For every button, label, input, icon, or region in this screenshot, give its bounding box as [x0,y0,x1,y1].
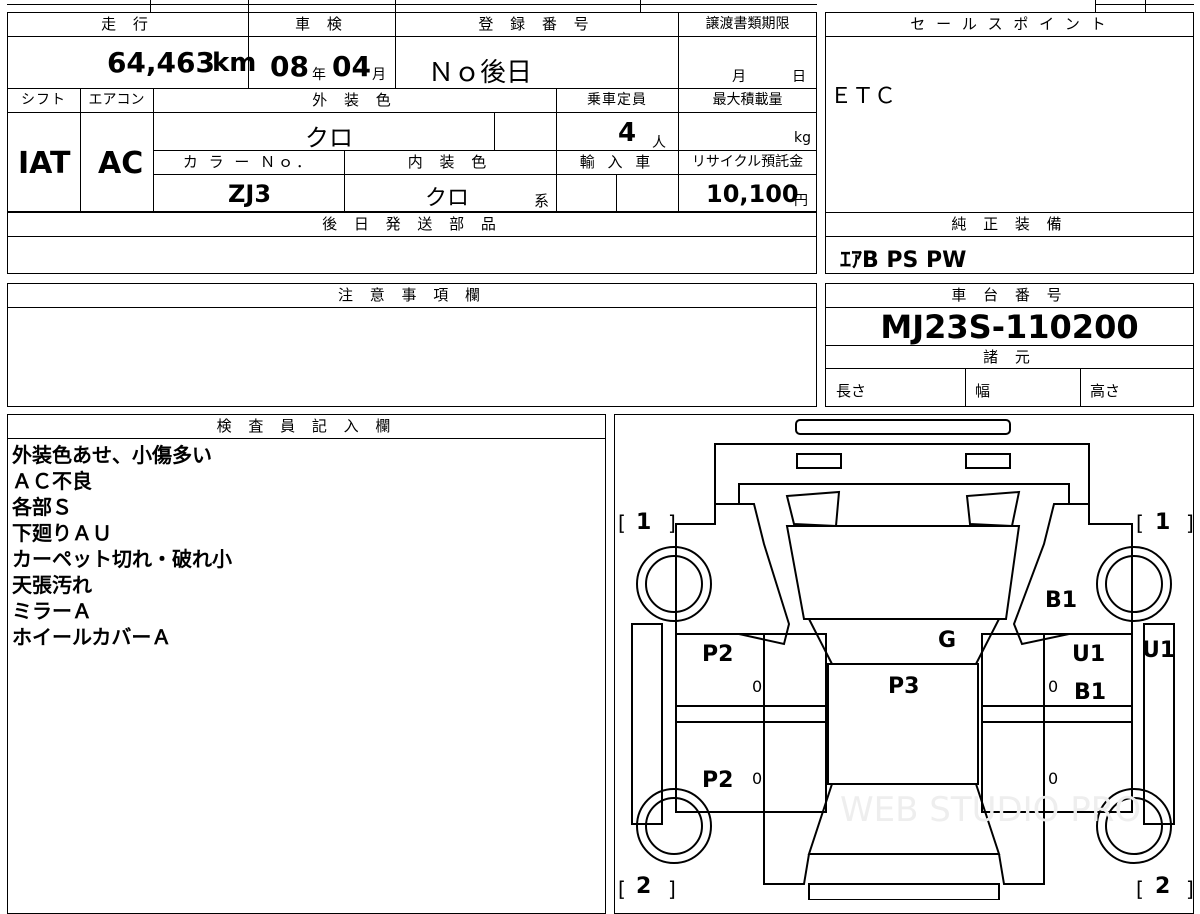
inspector-note: 外装色あせ、小傷多い [12,443,212,467]
svg-text:[: [ [618,877,626,900]
recycle-unit: 円 [794,193,808,209]
exterior-color-label: 外 装 色 [312,91,397,109]
max-load-unit: kg [794,130,811,146]
width-label: 幅 [975,382,991,400]
top-strip-line [7,4,817,5]
damage-mark: G [938,628,957,653]
inspector-note: ＡＣ不良 [12,469,92,493]
interior-color-suffix: 系 [534,192,550,210]
inspection-year-unit: 年 [312,67,326,83]
registration-value: Ｎｏ後日 [428,58,533,88]
genuine-equipment-value: ｴｱB PS PW [840,248,967,273]
damage-mark: P3 [888,674,920,699]
damage-mark: B1 [1074,680,1107,705]
svg-text:0: 0 [1048,769,1058,788]
chassis-label: 車 台 番 号 [951,286,1068,304]
color-no-label: カ ラ ー Ｎｏ． [182,153,315,171]
inspector-note: 天張汚れ [12,573,92,597]
svg-text:0: 0 [1048,677,1058,696]
exterior-color-value: クロ [305,124,353,152]
svg-text:]: ] [668,511,676,535]
watermark: WEB STUDIO PRO [840,790,1142,830]
inspector-note: ホイールカバーＡ [12,625,172,649]
svg-text:0: 0 [752,769,762,788]
shift-label: シフト [21,92,66,108]
corner-label-bottom-left: 2 [636,874,652,899]
corner-label-top-right: 1 [1155,510,1171,535]
recycle-value: 10,100 [706,180,799,208]
registration-label: 登 録 番 号 [478,15,595,33]
svg-text:0: 0 [752,677,762,696]
height-label: 高さ [1090,382,1121,400]
inspection-year: 08 [270,50,309,83]
svg-text:]: ] [1186,877,1194,900]
inspector-note: 各部Ｓ [12,495,72,519]
chassis-value: MJ23S-110200 [880,308,1139,346]
capacity-label: 乗車定員 [587,92,647,108]
specs-label: 諸 元 [983,348,1036,366]
genuine-equipment-label: 純 正 装 備 [951,215,1068,233]
svg-text:]: ] [1186,511,1194,535]
inspection-label: 車 検 [295,15,348,33]
aircon-value: AC [98,146,144,181]
length-label: 長さ [836,382,867,400]
shift-value: IAT [18,146,71,181]
notes-label: 注 意 事 項 欄 [337,286,487,304]
mileage-value: 64,463 [106,46,215,79]
color-no-value: ZJ3 [228,180,272,208]
sale-points-value: ＥＴＣ [830,84,897,109]
mileage-unit: km [212,48,257,78]
damage-mark: U1 [1072,642,1106,667]
capacity-unit: 人 [652,135,666,151]
inspector-note: ミラーＡ [12,599,92,623]
corner-label-top-left: 1 [636,510,652,535]
inspection-month: 04 [332,50,371,83]
inspector-note: カーペット切れ・破れ小 [12,547,232,571]
max-load-label: 最大積載量 [712,92,783,108]
inspector-label: 検 査 員 記 入 欄 [216,417,397,435]
capacity-value: 4 [618,118,637,148]
inspector-note: 下廻りＡＵ [12,521,112,545]
recycle-label: リサイクル預託金 [691,154,804,170]
import-label: 輸 入 車 [579,153,655,171]
later-parts-label: 後 日 発 送 部 品 [322,215,502,233]
inspector-notes-list: 外装色あせ、小傷多い ＡＣ不良 各部Ｓ 下廻りＡＵ カーペット切れ・破れ小 天張… [12,442,602,650]
interior-color-label: 内 装 色 [407,153,493,171]
inspection-month-unit: 月 [372,67,386,83]
damage-mark: P2 [702,642,734,667]
damage-mark: P2 [702,768,734,793]
svg-text:[: [ [1136,877,1144,900]
damage-mark: B1 [1045,588,1078,613]
deadline-month-unit: 月 [732,69,746,85]
aircon-label: エアコン [88,92,145,108]
deadline-day-unit: 日 [792,69,806,85]
interior-color-value: クロ [425,186,470,211]
damage-mark: U1 [1142,638,1176,663]
transfer-deadline-label: 譲渡書類期限 [705,16,790,32]
mileage-label: 走 行 [101,15,154,33]
corner-label-bottom-right: 2 [1155,874,1171,899]
svg-text:[: [ [1136,511,1144,535]
svg-text:]: ] [668,877,676,900]
svg-text:[: [ [618,511,626,535]
sale-points-label: セ ー ル ス ポ イ ン ト [910,15,1109,33]
